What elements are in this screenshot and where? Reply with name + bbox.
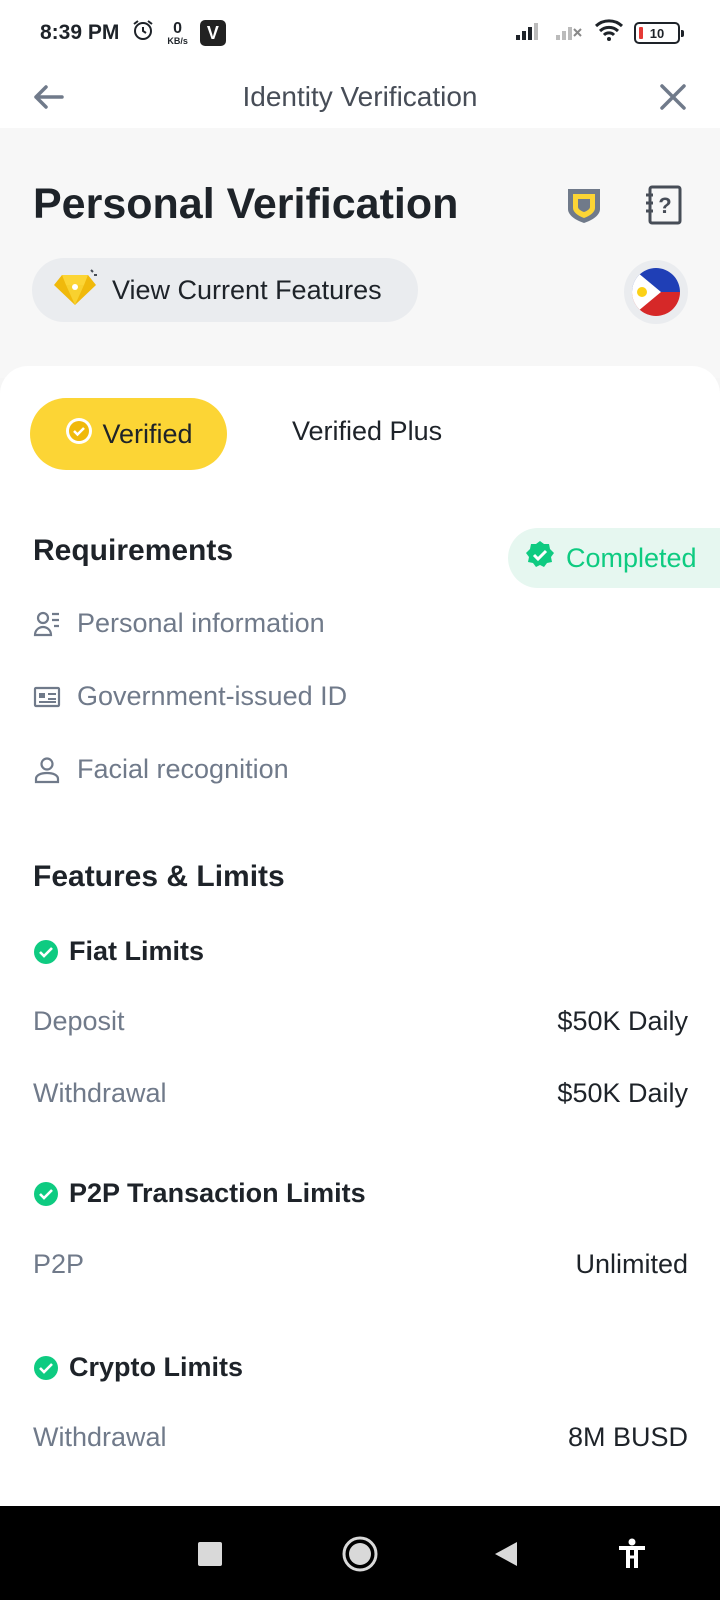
help-document-icon[interactable]: ?: [642, 183, 686, 227]
status-bar: 8:39 PM 0 KB/s V 10: [0, 0, 720, 66]
limit-value: Unlimited: [575, 1249, 688, 1279]
crypto-limits-heading: Crypto Limits: [33, 1352, 243, 1383]
network-speed: 0 KB/s: [167, 19, 188, 46]
requirement-personal-information: Personal information: [33, 608, 325, 639]
page-title: Personal Verification: [33, 180, 459, 228]
limit-value: 8M BUSD: [567, 1422, 688, 1452]
signal-icon: [514, 19, 544, 47]
svg-text:?: ?: [658, 193, 671, 218]
top-nav-bar: Identity Verification: [0, 66, 720, 128]
alarm-icon: [131, 18, 155, 48]
accessibility-icon[interactable]: [610, 1532, 654, 1576]
shield-icon[interactable]: [562, 183, 606, 227]
check-circle-icon: [34, 939, 58, 964]
id-card-icon: [33, 686, 61, 707]
arrow-left-icon[interactable]: [28, 76, 70, 118]
tab-verified-plus[interactable]: Verified Plus: [292, 416, 442, 447]
verification-card: Verified Verified Plus Requirements Comp…: [0, 366, 720, 1506]
requirement-label: Personal information: [77, 608, 325, 638]
limit-row-crypto-withdrawal: Withdrawal 8M BUSD: [33, 1422, 688, 1453]
verification-header: Personal Verification ? View Current Fea…: [0, 128, 720, 378]
recent-apps-icon[interactable]: [188, 1532, 232, 1576]
status-time: 8:39 PM: [40, 21, 120, 44]
view-current-features-button[interactable]: View Current Features: [32, 258, 418, 322]
limit-label: P2P: [33, 1249, 85, 1279]
person-icon: [34, 756, 60, 783]
requirement-label: Government-issued ID: [77, 681, 348, 711]
nav-title: Identity Verification: [242, 81, 478, 112]
limit-label: Deposit: [33, 1006, 125, 1036]
requirement-label: Facial recognition: [77, 754, 289, 784]
requirement-government-id: Government-issued ID: [33, 681, 347, 712]
signal-no-service-icon: [554, 19, 584, 47]
tab-verified-label: Verified: [102, 418, 193, 449]
battery-icon: 10: [634, 22, 684, 44]
p2p-limits-heading: P2P Transaction Limits: [33, 1178, 366, 1209]
check-badge-icon: [524, 539, 556, 578]
check-circle-icon: [34, 1181, 58, 1206]
check-circle-icon: [34, 1355, 58, 1380]
view-current-features-label: View Current Features: [112, 274, 382, 305]
diamond-icon: [52, 267, 98, 314]
wifi-icon: [594, 18, 624, 48]
status-badge-label: Completed: [566, 542, 697, 573]
requirement-facial-recognition: Facial recognition: [33, 754, 289, 785]
status-badge: Completed: [508, 528, 720, 588]
philippines-flag-icon[interactable]: [624, 260, 688, 324]
home-icon[interactable]: [338, 1532, 382, 1576]
limit-label: Withdrawal: [33, 1078, 167, 1108]
limit-value: $50K Daily: [557, 1078, 688, 1108]
tab-verified[interactable]: Verified: [30, 398, 227, 470]
back-icon[interactable]: [484, 1532, 528, 1576]
app-notification-icon: V: [199, 20, 226, 46]
fiat-limits-heading: Fiat Limits: [33, 936, 204, 967]
limit-value: $50K Daily: [557, 1006, 688, 1036]
verified-badge-icon: [64, 416, 94, 453]
person-info-icon: [33, 611, 59, 636]
limit-label: Withdrawal: [33, 1422, 167, 1452]
limit-row-p2p: P2P Unlimited: [33, 1249, 688, 1280]
close-icon[interactable]: [652, 76, 694, 118]
limit-row-withdrawal: Withdrawal $50K Daily: [33, 1078, 688, 1109]
requirements-title: Requirements: [33, 534, 234, 567]
features-limits-title: Features & Limits: [33, 860, 285, 893]
limit-row-deposit: Deposit $50K Daily: [33, 1006, 688, 1037]
system-navigation-bar: [0, 1506, 720, 1600]
